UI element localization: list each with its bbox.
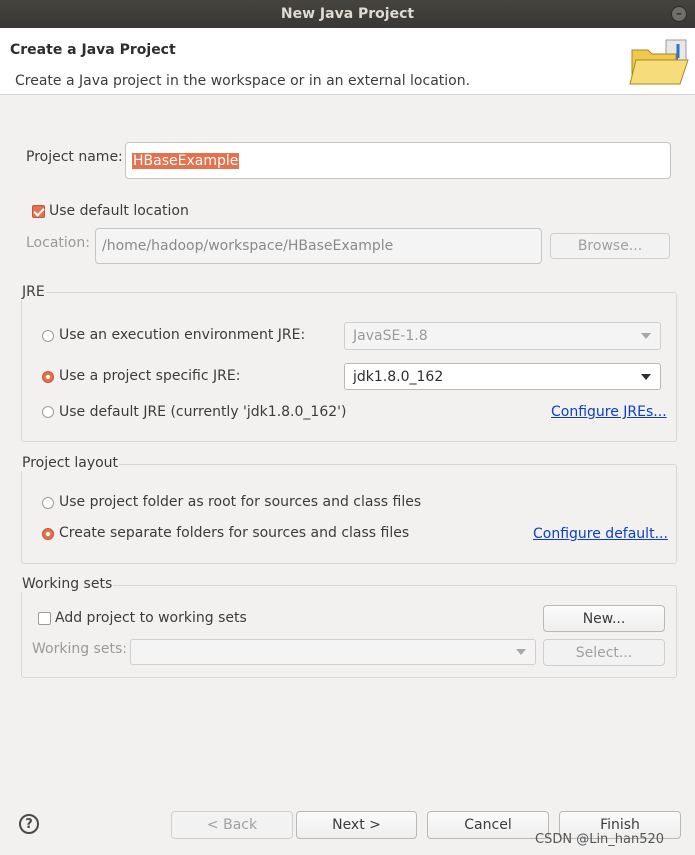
configure-jres-link[interactable]: Configure JREs... [551, 404, 667, 420]
watermark-text: CSDN @Lin_han520 [535, 832, 665, 847]
help-icon[interactable]: ? [19, 814, 39, 834]
title-bar: New Java Project – [0, 0, 695, 28]
working-sets-select[interactable] [130, 639, 536, 665]
radio-separate-folders-label: Create separate folders for sources and … [59, 525, 410, 541]
chevron-down-icon [516, 649, 526, 655]
radio-separate-folders[interactable] [42, 528, 54, 540]
radio-default-jre-label: Use default JRE (currently 'jdk1.8.0_162… [59, 404, 347, 420]
back-button[interactable]: < Back [171, 811, 293, 839]
chevron-down-icon [641, 333, 651, 339]
window-controls: – [651, 5, 687, 23]
window-title: New Java Project [280, 6, 415, 22]
location-value: /home/hadoop/workspace/HBaseExample [102, 238, 394, 254]
wizard-header: Create a Java Project Create a Java proj… [0, 28, 695, 95]
execution-environment-value: JavaSE-1.8 [353, 328, 428, 344]
radio-execution-environment-label: Use an execution environment JRE: [59, 327, 306, 343]
project-jre-value: jdk1.8.0_162 [353, 368, 444, 385]
radio-project-specific-jre[interactable] [42, 371, 54, 383]
cancel-button[interactable]: Cancel [427, 811, 549, 839]
radio-folder-as-root[interactable] [42, 497, 54, 509]
radio-folder-as-root-label: Use project folder as root for sources a… [59, 494, 422, 510]
next-button[interactable]: Next > [296, 811, 417, 839]
folder-icon [629, 39, 689, 85]
new-working-set-button[interactable]: New... [543, 605, 665, 632]
new-java-project-dialog: New Java Project – Create a Java Project… [0, 0, 695, 855]
wizard-title: Create a Java Project [10, 42, 176, 58]
add-to-working-sets-checkbox[interactable] [38, 612, 51, 625]
add-to-working-sets-label: Add project to working sets [55, 610, 247, 626]
use-default-location-checkbox[interactable] [32, 205, 45, 218]
project-jre-select[interactable]: jdk1.8.0_162 [344, 363, 661, 390]
location-input[interactable]: /home/hadoop/workspace/HBaseExample [95, 228, 542, 264]
wizard-description: Create a Java project in the workspace o… [15, 73, 471, 89]
select-working-sets-button[interactable]: Select... [543, 639, 665, 666]
chevron-down-icon [641, 373, 651, 380]
project-name-value: HBaseExample [132, 152, 240, 169]
radio-execution-environment[interactable] [42, 330, 54, 342]
project-layout-group [21, 464, 677, 564]
use-default-location-label: Use default location [49, 203, 189, 219]
jre-group-label: JRE [21, 284, 46, 300]
radio-default-jre[interactable] [42, 406, 54, 418]
project-layout-group-label: Project layout [21, 455, 120, 471]
project-name-label: Project name: [26, 149, 123, 165]
working-sets-group-label: Working sets [21, 576, 114, 592]
configure-default-link[interactable]: Configure default... [533, 526, 668, 542]
project-name-input[interactable]: HBaseExample [125, 142, 671, 179]
execution-environment-select[interactable]: JavaSE-1.8 [344, 322, 661, 350]
browse-button[interactable]: Browse... [550, 233, 670, 259]
radio-project-specific-jre-label: Use a project specific JRE: [59, 368, 241, 384]
close-icon[interactable]: – [671, 6, 687, 22]
location-label: Location: [26, 235, 90, 251]
working-sets-label: Working sets: [32, 641, 127, 657]
